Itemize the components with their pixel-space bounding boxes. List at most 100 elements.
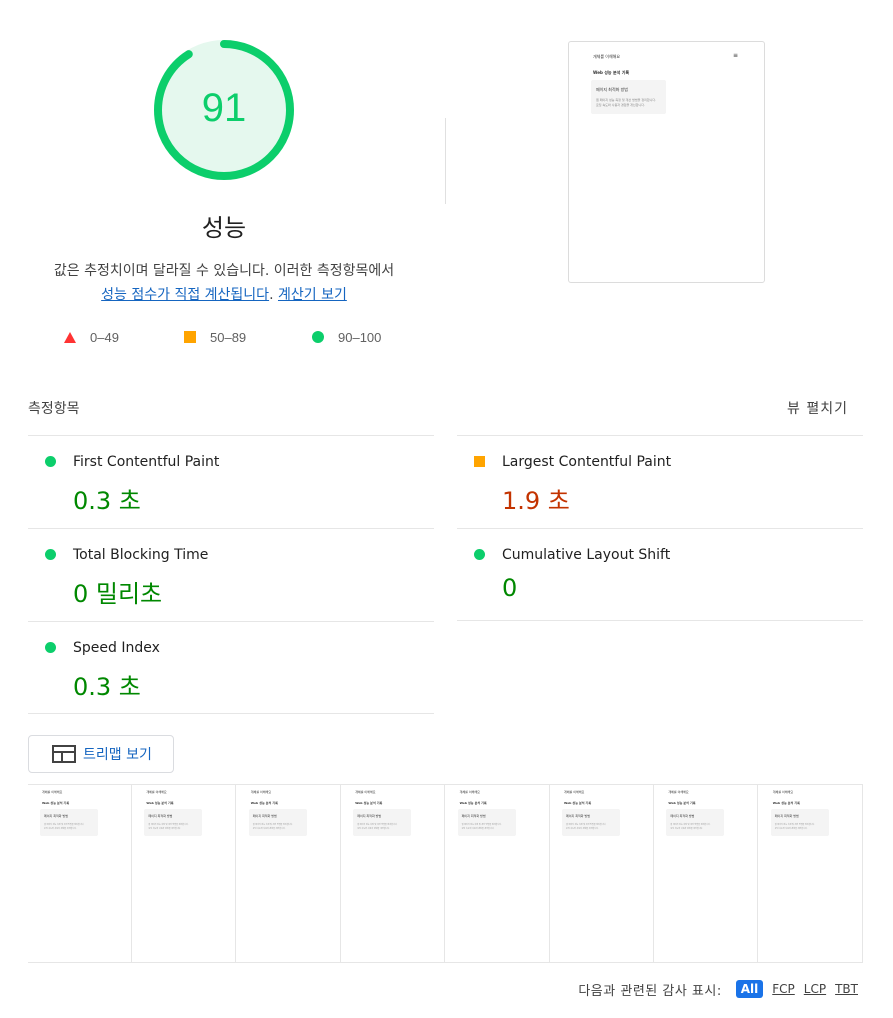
frame-subtitle: Web 성능 분석 기록 <box>772 801 800 805</box>
legend-average: 50–89 <box>184 327 246 347</box>
metric-name: Cumulative Layout Shift <box>502 547 671 563</box>
score-gauge: 91 <box>150 36 298 184</box>
frame-card: 페이지 최적화 방법 웹 페이지 성능 측정 및 개선 방법을 정리합니다. 로딩 … <box>770 809 829 836</box>
metric-divider <box>28 713 434 714</box>
frame-card: 페이지 최적화 방법웹 페이지 성능 측정 및 개선 방법을 정리합니다. 로딩 … <box>457 809 516 836</box>
frame-card-line: 웹 페이지 성능 측정 및 개선 방법을 정리합니다. <box>148 824 189 826</box>
filmstrip-frame: 개체를 이해해요 Web 성능 분석 기록 페이지 최적화 방법 웹 페이지 성능 측… <box>236 785 341 962</box>
metric-value: 1.9 초 <box>502 487 570 515</box>
frame-header: 개체를 이해해요 <box>564 790 585 794</box>
legend-pass-range: 90–100 <box>338 329 382 345</box>
treemap-icon <box>52 745 76 763</box>
frame-header: 개체를 이해해요 <box>146 790 167 794</box>
frame-card-title: 페이지 최적화 방법 <box>670 814 695 818</box>
screenshot-card-title: 페이지 최적화 방법 <box>596 87 628 92</box>
frame-card-line: 로딩 속도와 사용자 경험을 개선합니다. <box>148 828 182 830</box>
metric-tbt: Total Blocking Time 0 밀리초 <box>28 528 434 621</box>
metric-fcp: First Contentful Paint 0.3 초 <box>28 435 434 528</box>
score-calculation-link[interactable]: 성능 점수가 직접 계산됩니다 <box>101 287 269 303</box>
view-treemap-button[interactable]: 트리맵 보기 <box>28 735 174 773</box>
filmstrip-frame: 개체를 이해해요 Web 성능 분석 기록 페이지 최적화 방법 웹 페이지 성능 측… <box>550 785 654 962</box>
frame-subtitle: Web 성능 분석 기록 <box>355 801 383 805</box>
frame-card: 페이지 최적화 방법웹 페이지 성능 측정 및 개선 방법을 정리합니다. 로딩 … <box>144 809 203 836</box>
frame-subtitle: Web 성능 분석 기록 <box>146 801 174 805</box>
filmstrip-frame: 개체를 이해해요 Web 성능 분석 기록페이지 최적화 방법웹 페이지 성능 측… <box>28 785 132 962</box>
frame-header: 개체를 이해해요 <box>668 790 689 794</box>
legend-fail: 0–49 <box>64 327 119 347</box>
filter-tbt[interactable]: TBT <box>835 982 858 996</box>
frame-header: 개체를 이해해요 <box>772 790 794 794</box>
metrics-title: 측정항목 <box>28 401 80 417</box>
metric-value: 0.3 초 <box>73 673 141 701</box>
orange-square-icon <box>184 331 196 343</box>
frame-card-line: 웹 페이지 성능 측정 및 개선 방법을 정리합니다. <box>357 824 398 826</box>
metric-name: First Contentful Paint <box>73 454 220 470</box>
frame-subtitle: Web 성능 분석 기록 <box>459 801 487 805</box>
filmstrip-frame: 개체를 이해해요 Web 성능 분석 기록페이지 최적화 방법웹 페이지 성능 측… <box>132 785 237 962</box>
frame-card-line: 로딩 속도와 사용자 경험을 개선합니다. <box>357 828 390 830</box>
legend-pass: 90–100 <box>312 327 381 347</box>
red-triangle-icon <box>64 331 76 343</box>
metric-value: 0 <box>502 574 518 602</box>
filter-all[interactable]: All <box>735 980 764 998</box>
frame-subtitle: Web 성능 분석 기록 <box>42 801 70 805</box>
metric-divider <box>457 620 863 621</box>
pass-circle-icon <box>45 642 56 653</box>
calculator-link[interactable]: 계산기 보기 <box>278 287 347 303</box>
filmstrip-frame: 개체를 이해해요 Web 성능 분석 기록 페이지 최적화 방법 웹 페이지 성능 측… <box>445 785 550 962</box>
filter-fcp[interactable]: FCP <box>772 982 795 996</box>
filter-label: 다음과 관련된 감사 표시: <box>578 983 722 999</box>
performance-score: 91 <box>201 86 247 130</box>
frame-card-title: 페이지 최적화 방법 <box>566 814 590 818</box>
legend-fail-range: 0–49 <box>90 329 119 345</box>
metric-name: Largest Contentful Paint <box>502 454 672 470</box>
filmstrip-frame: 개체를 이해해요 Web 성능 분석 기록 페이지 최적화 방법 웹 페이지 성능 측… <box>341 785 446 962</box>
metric-value: 0.3 초 <box>73 487 141 515</box>
metric-cls: Cumulative Layout Shift 0 <box>457 528 863 621</box>
filter-lcp[interactable]: LCP <box>804 982 826 996</box>
frame-card-title: 페이지 최적화 방법 <box>252 814 277 818</box>
pass-circle-icon <box>45 549 56 560</box>
frame-card-title: 페이지 최적화 방법 <box>357 814 382 818</box>
frame-card-line: 웹 페이지 성능 측정 및 개선 방법을 정리합니다. <box>44 824 85 826</box>
pass-circle-icon <box>45 456 56 467</box>
description-text: 값은 추정치이며 달라질 수 있습니다. 이러한 측정항목에서 <box>53 263 395 279</box>
hamburger-icon: ≡ <box>733 52 739 59</box>
frame-card-title: 페이지 최적화 방법 <box>44 814 68 818</box>
expand-view-toggle[interactable]: 뷰 펼치기 <box>787 398 848 418</box>
frame-card-line: 웹 페이지 성능 측정 및 개선 방법을 정리합니다. <box>461 824 502 826</box>
frame-card-line: 로딩 속도와 사용자 경험을 개선합니다. <box>670 828 704 830</box>
metric-si: Speed Index 0.3 초 <box>28 621 434 714</box>
score-description: 값은 추정치이며 달라질 수 있습니다. 이러한 측정항목에서 성능 점수가 직… <box>14 259 434 307</box>
frame-card-line: 웹 페이지 성능 측정 및 개선 방법을 정리합니다. <box>670 824 711 826</box>
frame-subtitle: Web 성능 분석 기록 <box>250 801 278 805</box>
category-title: 성능 <box>201 214 247 242</box>
frame-card-line: 웹 페이지 성능 측정 및 개선 방법을 정리합니다. <box>252 824 293 826</box>
green-circle-icon <box>312 331 324 343</box>
screenshot-card-line: 로딩 속도와 사용자 경험을 개선합니다. <box>596 103 645 107</box>
metrics-header: 측정항목 뷰 펼치기 <box>28 398 848 418</box>
metric-name: Speed Index <box>73 640 160 656</box>
filmstrip-frame: 개체를 이해해요 Web 성능 분석 기록 페이지 최적화 방법 웹 페이지 성능 측… <box>654 785 759 962</box>
legend-average-range: 50–89 <box>210 329 247 345</box>
treemap-label: 트리맵 보기 <box>83 747 152 763</box>
frame-card: 페이지 최적화 방법웹 페이지 성능 측정 및 개선 방법을 정리합니다. 로딩 … <box>666 809 725 836</box>
final-screenshot[interactable]: 개체를 이해해요 ≡ Web 성능 분석 기록 페이지 최적화 방법 웹 페이지… <box>568 41 765 283</box>
description-separator: . <box>269 287 274 303</box>
audit-filter: 다음과 관련된 감사 표시: All FCP LCP TBT <box>578 979 858 999</box>
frame-header: 개체를 이해해요 <box>42 790 63 794</box>
frame-card-line: 로딩 속도와 사용자 경험을 개선합니다. <box>774 828 808 830</box>
frame-card-line: 로딩 속도와 사용자 경험을 개선합니다. <box>566 828 599 830</box>
filmstrip-frame: 개체를 이해해요 Web 성능 분석 기록페이지 최적화 방법 웹 페이지 성능 측… <box>758 785 863 962</box>
average-square-icon <box>474 456 485 467</box>
frame-card-line: 로딩 속도와 사용자 경험을 개선합니다. <box>461 828 495 830</box>
screenshot-header: 개체를 이해해요 <box>593 54 621 59</box>
frame-card-line: 로딩 속도와 사용자 경험을 개선합니다. <box>44 828 77 830</box>
filmstrip: 개체를 이해해요 Web 성능 분석 기록페이지 최적화 방법웹 페이지 성능 측… <box>28 784 863 963</box>
frame-card: 페이지 최적화 방법 웹 페이지 성능 측정 및 개선 방법을 정리합니다. 로딩 … <box>248 809 307 836</box>
frame-card-title: 페이지 최적화 방법 <box>461 814 486 818</box>
frame-card-line: 웹 페이지 성능 측정 및 개선 방법을 정리합니다. <box>566 824 607 826</box>
frame-card-title: 페이지 최적화 방법 <box>148 814 173 818</box>
screenshot-subtitle: Web 성능 분석 기록 <box>593 70 630 75</box>
frame-card-line: 웹 페이지 성능 측정 및 개선 방법을 정리합니다. <box>774 824 815 826</box>
